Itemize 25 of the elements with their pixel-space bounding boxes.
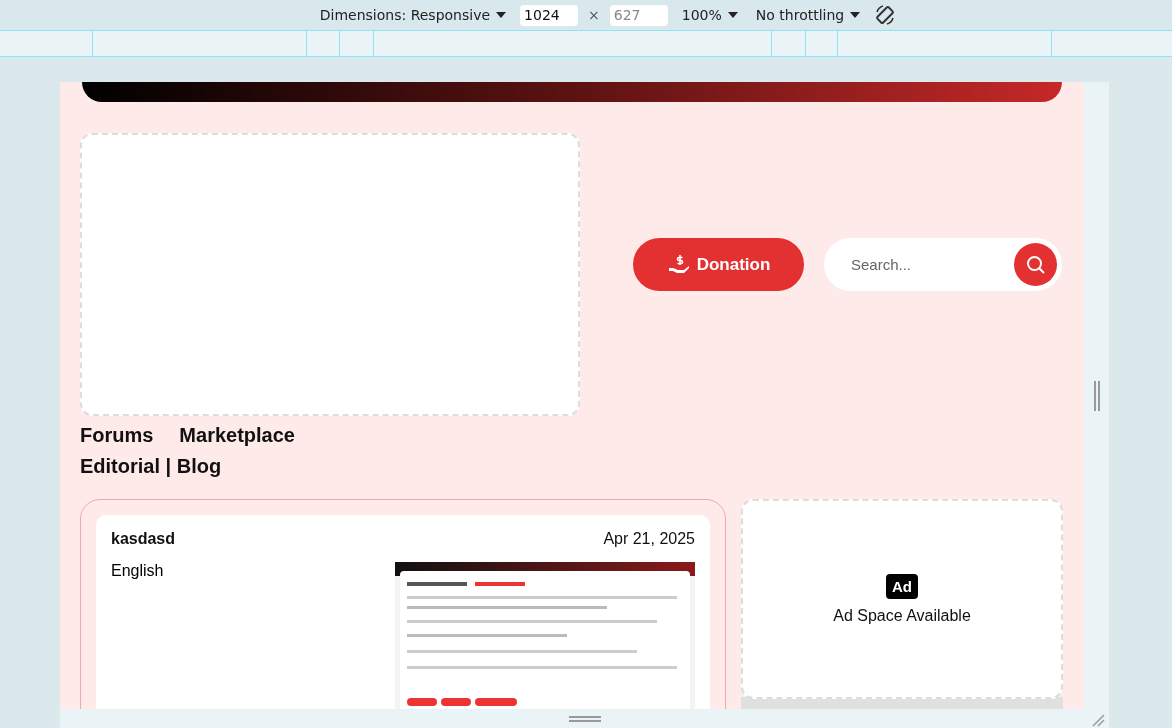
nav-link[interactable]: Marketplace xyxy=(179,420,295,451)
post-author: kasdasd xyxy=(111,530,176,548)
resize-corner-icon[interactable] xyxy=(1091,713,1105,727)
donation-button[interactable]: Donation xyxy=(633,238,804,291)
nav-link[interactable]: Forums xyxy=(80,420,154,451)
hand-dollar-icon xyxy=(666,253,691,276)
width-field[interactable]: 1024 xyxy=(520,4,579,26)
height-field[interactable]: 627 xyxy=(609,4,668,26)
times-sign: × xyxy=(588,7,600,23)
zoom-dropdown[interactable]: 100% xyxy=(677,7,742,23)
resize-handle[interactable] xyxy=(568,716,601,722)
post-date: Apr 21, 2025 xyxy=(603,530,695,548)
nav-link[interactable]: Editorial | Blog xyxy=(80,451,222,482)
search-button[interactable] xyxy=(1014,243,1057,286)
rotate-icon[interactable] xyxy=(874,4,897,26)
caret-icon xyxy=(496,11,507,19)
ad-badge: Ad xyxy=(886,573,918,599)
dimensions-dropdown[interactable]: Dimensions: Responsive xyxy=(315,7,511,23)
post-language: English xyxy=(111,562,164,581)
caret-icon xyxy=(850,11,861,19)
throttling-dropdown[interactable]: No throttling xyxy=(751,7,865,23)
search-icon xyxy=(1025,254,1046,275)
ad-text: Ad Space Available xyxy=(833,606,971,625)
resize-handle[interactable] xyxy=(1093,380,1100,411)
caret-icon xyxy=(727,11,738,19)
